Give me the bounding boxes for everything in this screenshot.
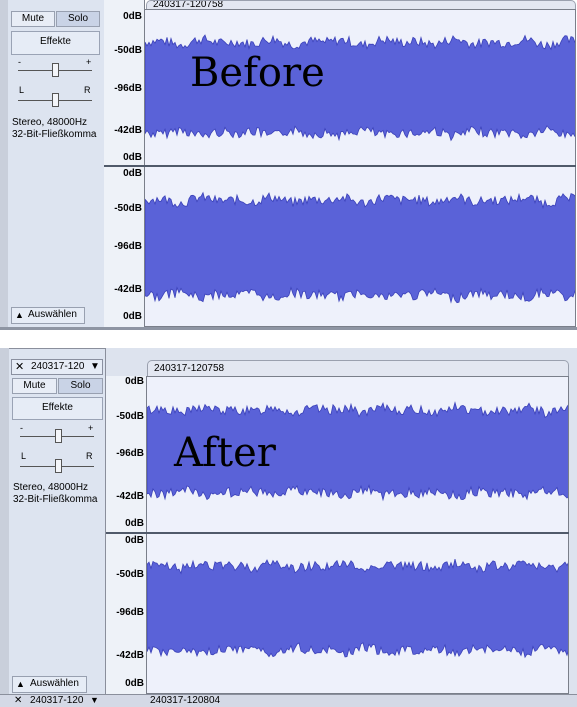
collapse-arrow-icon[interactable]: ▲	[15, 310, 24, 320]
ruler-tick: -50dB	[116, 411, 144, 422]
ruler-tick: -42dB	[114, 125, 142, 136]
close-icon[interactable]: ✕	[15, 360, 24, 374]
effects-button[interactable]: Effekte	[12, 397, 103, 420]
channel-divider	[106, 532, 569, 534]
clip-name-bar[interactable]: 240317-120758	[146, 0, 576, 9]
dropdown-arrow-icon[interactable]: ▼	[90, 360, 100, 374]
next-track-strip: ✕ 240317-120 ▼ 240317-120804	[0, 694, 577, 707]
ruler-tick: 0dB	[123, 11, 142, 22]
track-name-label: 240317-120	[31, 361, 85, 372]
select-button-label: Auswählen	[28, 309, 77, 320]
gain-plus-label: +	[88, 423, 94, 433]
track-left-strip	[0, 0, 8, 327]
track-format-rate: Stereo, 48000Hz	[12, 117, 88, 128]
vertical-ruler: 0dB -50dB -96dB -42dB 0dB 0dB -50dB -96d…	[104, 0, 145, 327]
select-button[interactable]: ▲ Auswählen	[12, 676, 87, 693]
waveform-channel	[147, 558, 568, 659]
ruler-tick: -50dB	[116, 569, 144, 580]
gain-minus-label: -	[18, 57, 21, 67]
select-button-label: Auswählen	[30, 678, 79, 689]
pan-left-label: L	[21, 451, 27, 461]
solo-button[interactable]: Solo	[56, 11, 100, 27]
effects-button[interactable]: Effekte	[11, 31, 100, 55]
pan-right-label: R	[86, 451, 93, 461]
ruler-tick: 0dB	[125, 376, 144, 387]
ruler-tick: 0dB	[123, 152, 142, 163]
ruler-tick: -50dB	[114, 203, 142, 214]
mute-button[interactable]: Mute	[11, 11, 55, 27]
waveform	[147, 401, 568, 659]
vertical-ruler: 0dB -50dB -96dB -42dB 0dB 0dB -50dB -96d…	[106, 376, 147, 694]
ruler-tick: 0dB	[125, 518, 144, 529]
ruler-tick: -42dB	[116, 491, 144, 502]
select-button[interactable]: ▲ Auswählen	[11, 307, 85, 324]
collapse-arrow-icon[interactable]: ▲	[16, 679, 25, 689]
solo-button[interactable]: Solo	[58, 378, 103, 394]
track-left-strip	[0, 348, 9, 694]
waveform-channel	[145, 191, 575, 304]
next-clip-name: 240317-120804	[150, 695, 221, 706]
pan-right-label: R	[84, 85, 91, 95]
waveform-area[interactable]	[146, 376, 569, 694]
ruler-tick: 0dB	[125, 535, 144, 546]
gain-plus-label: +	[86, 57, 92, 67]
mute-button[interactable]: Mute	[12, 378, 57, 394]
dropdown-arrow-icon[interactable]: ▼	[90, 695, 99, 706]
track-right-strip	[569, 348, 577, 694]
ruler-tick: 0dB	[123, 311, 142, 322]
track-format-rate: Stereo, 48000Hz	[13, 482, 89, 493]
gain-minus-label: -	[20, 423, 23, 433]
ruler-tick: -42dB	[116, 650, 144, 661]
pan-slider-thumb[interactable]	[55, 459, 62, 473]
track-format-bits: 32-Bit-Fließkomma	[12, 129, 97, 140]
pan-left-label: L	[19, 85, 25, 95]
gain-slider-thumb[interactable]	[52, 63, 59, 77]
handwritten-annotation: Before	[190, 50, 325, 96]
ruler-tick: -96dB	[114, 241, 142, 252]
track-name-menu[interactable]: ✕ 240317-120 ▼	[11, 359, 103, 375]
clip-name-bar[interactable]: 240317-120758	[147, 360, 569, 377]
image-gap	[0, 330, 577, 348]
pan-slider-thumb[interactable]	[52, 93, 59, 107]
track-format-bits: 32-Bit-Fließkomma	[13, 494, 98, 505]
ruler-tick: -42dB	[114, 284, 142, 295]
close-icon[interactable]: ✕	[14, 695, 22, 706]
next-track-name: 240317-120	[30, 695, 84, 706]
ruler-tick: -50dB	[114, 45, 142, 56]
handwritten-annotation: After	[174, 430, 276, 476]
ruler-tick: -96dB	[116, 607, 144, 618]
channel-divider	[104, 165, 576, 167]
gain-slider-thumb[interactable]	[55, 429, 62, 443]
ruler-tick: -96dB	[114, 83, 142, 94]
ruler-tick: 0dB	[125, 678, 144, 689]
ruler-tick: -96dB	[116, 448, 144, 459]
ruler-tick: 0dB	[123, 168, 142, 179]
